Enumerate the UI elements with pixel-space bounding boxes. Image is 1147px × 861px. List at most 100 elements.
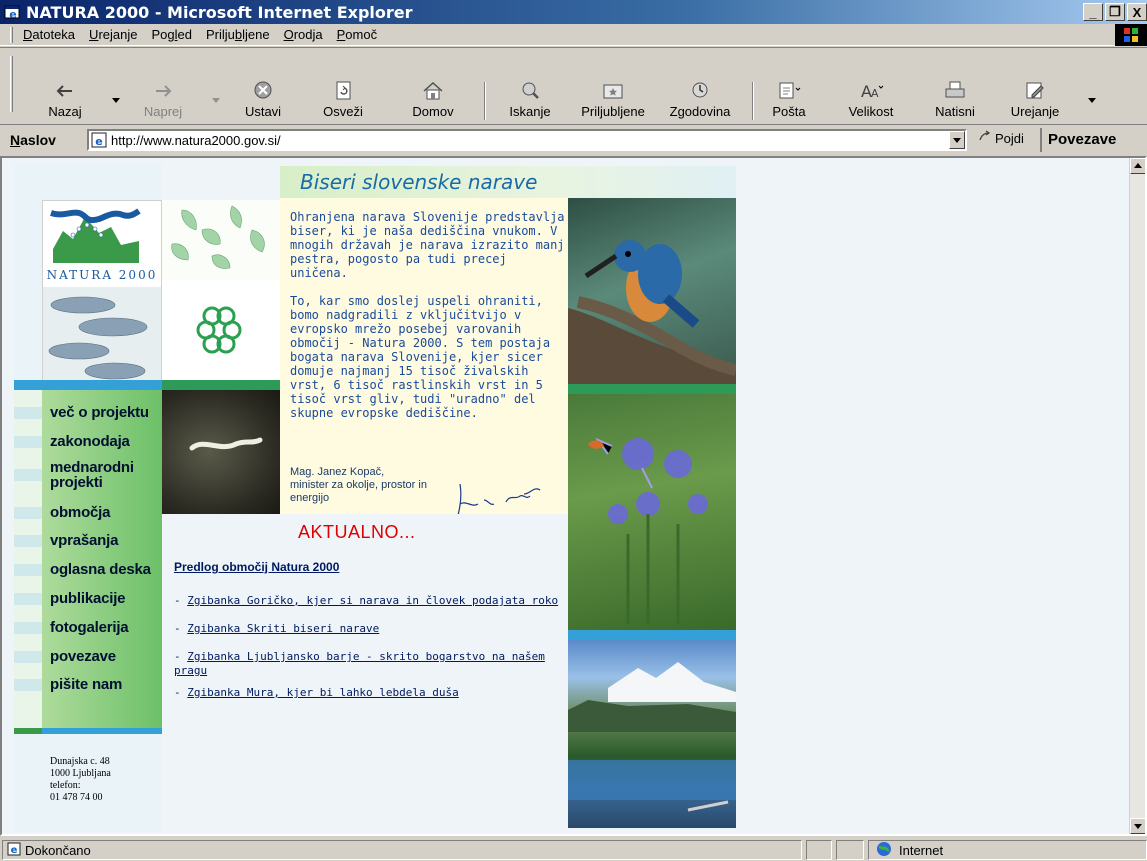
browser-viewport: NATURA 2000 več o projektu zakonodaja me…: [0, 156, 1147, 836]
nav-obmocja[interactable]: območja: [14, 498, 162, 527]
scroll-up-button[interactable]: [1130, 158, 1145, 174]
menu-pomoc[interactable]: Pomoč: [337, 27, 377, 42]
nav-bullet: [14, 469, 42, 481]
address-dropdown-button[interactable]: [949, 131, 965, 149]
mail-button[interactable]: Pošta: [764, 80, 814, 124]
nav-zakonodaja[interactable]: zakonodaja: [14, 427, 162, 456]
intro-text: Ohranjena narava Slovenije predstavlja b…: [290, 210, 566, 434]
news-link-goricko[interactable]: Zgibanka Goričko, kjer si narava in člov…: [187, 594, 558, 607]
back-label: Nazaj: [48, 104, 82, 119]
vertical-scrollbar[interactable]: [1129, 158, 1145, 834]
search-button[interactable]: Iskanje: [500, 80, 560, 124]
nav-pisite-nam[interactable]: pišite nam: [14, 670, 162, 699]
cave-salamander-photo: [162, 390, 280, 514]
menu-priljubljene[interactable]: Priljubljene: [206, 27, 270, 42]
nav-publikacije[interactable]: publikacije: [14, 584, 162, 613]
nav-label: območja: [50, 504, 111, 521]
kingfisher-photo: [568, 198, 738, 384]
nav-bullet: [14, 406, 42, 419]
news-link-ljubljansko-barje[interactable]: Zgibanka Ljubljansko barje - skrito boga…: [174, 650, 545, 677]
address-input[interactable]: e http://www.natura2000.gov.si/: [87, 129, 967, 151]
photo-divider-blue: [568, 630, 736, 640]
stop-button[interactable]: Ustavi: [238, 80, 288, 124]
phone-number: 01 478 74 00: [50, 792, 103, 803]
history-button[interactable]: Zgodovina: [658, 80, 742, 124]
phone-label: telefon:: [50, 780, 81, 791]
page-banner: Biseri slovenske narave: [280, 166, 736, 198]
title-bar[interactable]: e NATURA 2000 - Microsoft Internet Explo…: [0, 0, 1147, 24]
edit-button[interactable]: Urejanje: [1004, 80, 1066, 124]
status-text: Dokončano: [25, 842, 91, 858]
status-cell: [806, 840, 832, 860]
toolbar-grip[interactable]: [10, 56, 13, 112]
news-link-mura[interactable]: Zgibanka Mura, kjer bi lahko lebdela duš…: [187, 686, 459, 699]
print-button[interactable]: Natisni: [930, 80, 980, 124]
go-button[interactable]: Pojdi: [978, 130, 1024, 147]
svg-text:A: A: [871, 87, 879, 100]
back-button[interactable]: Nazaj: [40, 80, 90, 124]
links-toolbar[interactable]: Povezave: [1040, 128, 1116, 152]
nav-top-bar: [14, 380, 162, 390]
nav-fotogalerija[interactable]: fotogalerija: [14, 613, 162, 642]
news-headline-link[interactable]: Predlog območij Natura 2000: [174, 560, 339, 574]
flower-symbol: [162, 280, 280, 380]
back-dropdown-icon[interactable]: [112, 98, 120, 103]
menu-urejanje[interactable]: Urejanje: [89, 27, 137, 42]
forward-button[interactable]: Naprej: [138, 80, 188, 124]
news-link-skriti-biseri[interactable]: Zgibanka Skriti biseri narave: [187, 622, 379, 635]
ie-window: e NATURA 2000 - Microsoft Internet Explo…: [0, 0, 1147, 861]
favorites-label: Priljubljene: [581, 104, 645, 119]
window-title: NATURA 2000 - Microsoft Internet Explore…: [26, 2, 413, 22]
nav-oglasna-deska[interactable]: oglasna deska: [14, 555, 162, 584]
scroll-down-button[interactable]: [1130, 818, 1145, 834]
toolbar-separator: [484, 82, 486, 120]
news-item: - Zgibanka Goričko, kjer si narava in čl…: [174, 594, 564, 608]
news-bullet: -: [174, 686, 188, 699]
restore-button[interactable]: ❐: [1105, 3, 1125, 21]
size-label: Velikost: [848, 104, 894, 119]
size-button[interactable]: AA Velikost: [838, 80, 904, 124]
news-section: AKTUALNO... Predlog območij Natura 2000 …: [162, 514, 568, 832]
status-page-icon: e: [7, 842, 21, 859]
status-cell: [836, 840, 864, 860]
printer-icon: [942, 80, 968, 102]
menu-pogled[interactable]: Pogled: [151, 27, 192, 42]
nav-povezave[interactable]: povezave: [14, 642, 162, 671]
print-label: Natisni: [935, 104, 975, 119]
nav-bullet: [14, 678, 42, 691]
edit-label: Urejanje: [1010, 104, 1060, 119]
nav-label: oglasna deska: [50, 561, 151, 578]
toolbar-separator: [752, 82, 754, 120]
favorites-folder-icon: [600, 80, 626, 102]
status-bar: e Dokončano Internet: [0, 838, 1147, 861]
natura-logo[interactable]: NATURA 2000: [42, 200, 162, 388]
history-clock-icon: [687, 80, 713, 102]
edit-pencil-icon: [1022, 80, 1048, 102]
nav-label: pišite nam: [50, 676, 123, 693]
refresh-button[interactable]: Osveži: [318, 80, 368, 124]
ie-app-icon: e: [4, 3, 22, 21]
nav-bullet: [14, 435, 42, 448]
close-button[interactable]: X: [1127, 3, 1147, 21]
favorites-button[interactable]: Priljubljene: [570, 80, 656, 124]
nav-label: več o projektu: [50, 404, 149, 421]
contact-address: Dunajska c. 48 1000 Ljubljana telefon: 0…: [50, 756, 111, 804]
news-bullet: -: [174, 622, 188, 635]
nav-vprasanja[interactable]: vprašanja: [14, 526, 162, 555]
menu-orodja[interactable]: Orodja: [284, 27, 323, 42]
home-button[interactable]: Domov: [408, 80, 458, 124]
nav-vec-o-projektu[interactable]: več o projektu: [14, 398, 162, 427]
toolbar-chevron-icon[interactable]: [1088, 98, 1096, 103]
nav-bullet: [14, 563, 42, 576]
nav-label: povezave: [50, 648, 116, 665]
intro-paragraph-1: Ohranjena narava Slovenije predstavlja b…: [290, 210, 565, 280]
forward-label: Naprej: [143, 104, 183, 119]
minimize-button[interactable]: _: [1083, 3, 1103, 21]
nav-bullet: [14, 650, 42, 663]
nav-mednarodni-projekti[interactable]: mednarodni projekti: [14, 457, 162, 493]
menubar-grip[interactable]: [10, 26, 13, 43]
mail-icon: [776, 80, 802, 102]
menu-datoteka[interactable]: Datoteka: [23, 27, 75, 42]
forward-dropdown-icon[interactable]: [212, 98, 220, 103]
address-bar: Naslov e http://www.natura2000.gov.si/ P…: [0, 126, 1147, 154]
